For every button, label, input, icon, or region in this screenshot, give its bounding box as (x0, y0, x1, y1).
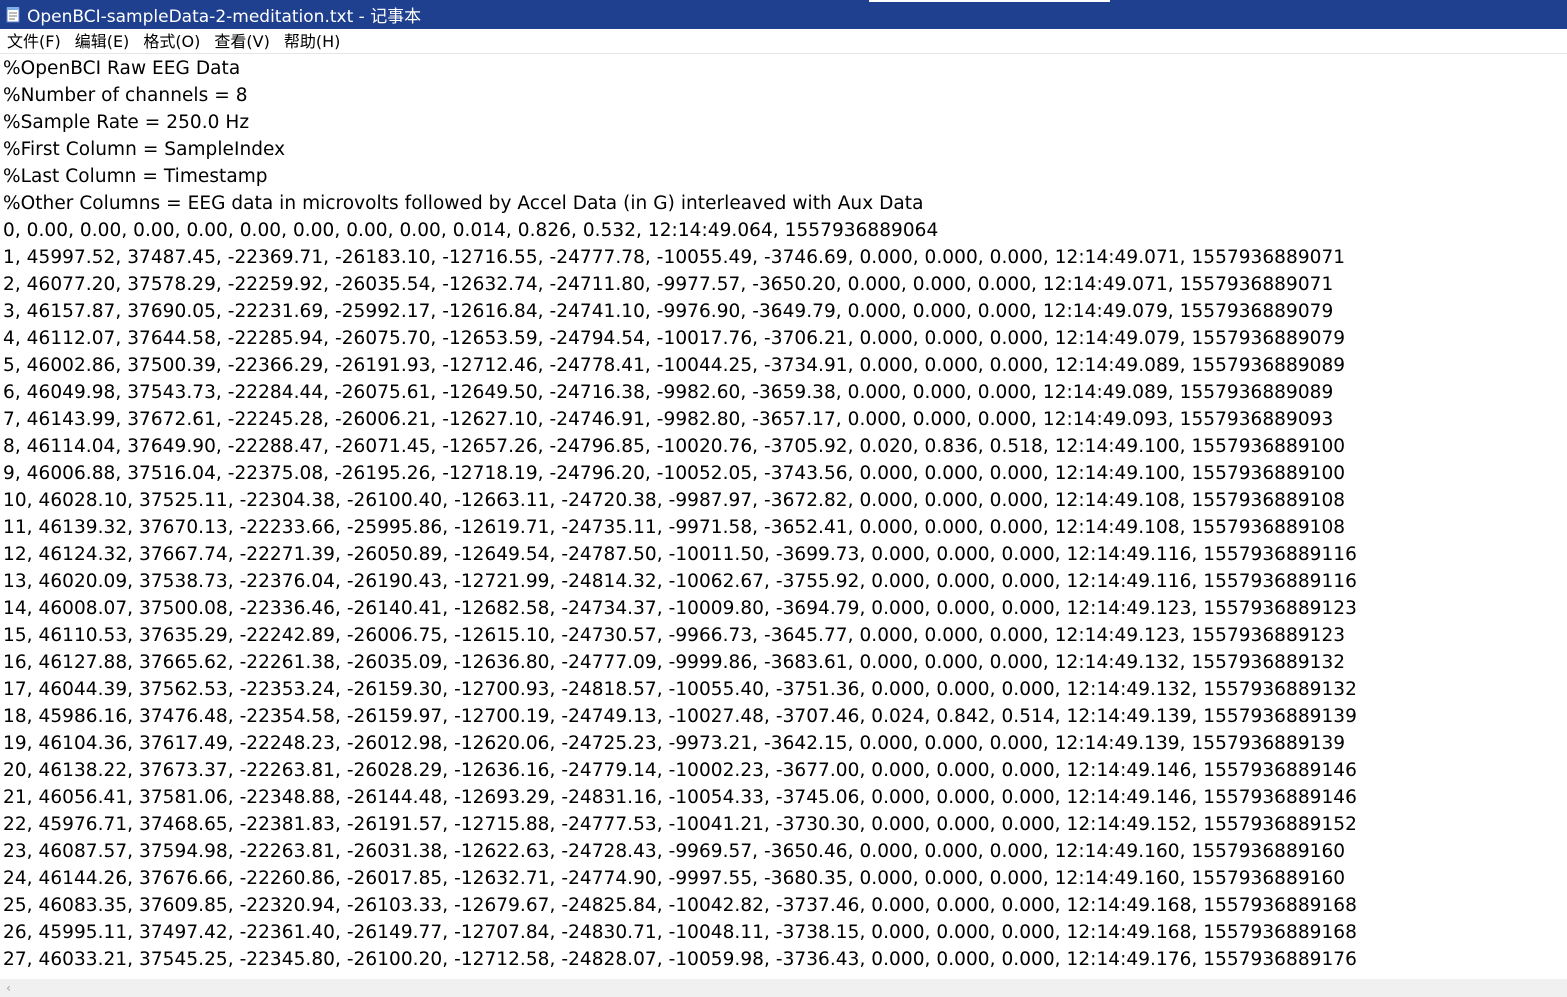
text-line: 22, 45976.71, 37468.65, -22381.83, -2619… (3, 814, 1357, 835)
menu-file[interactable]: 文件(F) (0, 29, 68, 54)
text-line: 2, 46077.20, 37578.29, -22259.92, -26035… (3, 274, 1334, 295)
text-line: 14, 46008.07, 37500.08, -22336.46, -2614… (3, 598, 1357, 619)
text-line: 24, 46144.26, 37676.66, -22260.86, -2601… (3, 868, 1346, 889)
text-line: 26, 45995.11, 37497.42, -22361.40, -2614… (3, 922, 1357, 943)
text-line: 25, 46083.35, 37609.85, -22320.94, -2610… (3, 895, 1357, 916)
text-line: 7, 46143.99, 37672.61, -22245.28, -26006… (3, 409, 1334, 430)
chevron-left-icon[interactable]: ‹ (0, 979, 17, 997)
text-line: 15, 46110.53, 37635.29, -22242.89, -2600… (3, 625, 1346, 646)
menu-edit[interactable]: 编辑(E) (68, 29, 137, 54)
text-line: 4, 46112.07, 37644.58, -22285.94, -26075… (3, 328, 1346, 349)
text-line: %Sample Rate = 250.0 Hz (3, 112, 250, 133)
horizontal-scrollbar[interactable]: ‹ (0, 979, 1567, 997)
text-line: 11, 46139.32, 37670.13, -22233.66, -2599… (3, 517, 1346, 538)
text-line: 27, 46033.21, 37545.25, -22345.80, -2610… (3, 949, 1357, 970)
window-title: OpenBCI-sampleData-2-meditation.txt - 记事… (27, 7, 422, 27)
menu-format[interactable]: 格式(O) (136, 29, 207, 54)
menu-help[interactable]: 帮助(H) (277, 29, 348, 54)
text-line: 0, 0.00, 0.00, 0.00, 0.00, 0.00, 0.00, 0… (3, 220, 939, 241)
text-editor-area[interactable]: %OpenBCI Raw EEG Data %Number of channels… (0, 55, 1567, 979)
text-line: 21, 46056.41, 37581.06, -22348.88, -2614… (3, 787, 1357, 808)
text-line: 18, 45986.16, 37476.48, -22354.58, -2615… (3, 706, 1357, 727)
text-line: 20, 46138.22, 37673.37, -22263.81, -2602… (3, 760, 1357, 781)
text-line: 16, 46127.88, 37665.62, -22261.38, -2603… (3, 652, 1346, 673)
text-line: %Last Column = Timestamp (3, 166, 268, 187)
text-line: 6, 46049.98, 37543.73, -22284.44, -26075… (3, 382, 1334, 403)
text-line: 12, 46124.32, 37667.74, -22271.39, -2605… (3, 544, 1357, 565)
notepad-icon (6, 7, 20, 23)
text-line: %OpenBCI Raw EEG Data (3, 58, 241, 79)
text-line: 9, 46006.88, 37516.04, -22375.08, -26195… (3, 463, 1346, 484)
text-line: 8, 46114.04, 37649.90, -22288.47, -26071… (3, 436, 1346, 457)
text-line: 19, 46104.36, 37617.49, -22248.23, -2601… (3, 733, 1346, 754)
text-line: 10, 46028.10, 37525.11, -22304.38, -2610… (3, 490, 1346, 511)
text-line: %First Column = SampleIndex (3, 139, 286, 160)
title-bar[interactable]: OpenBCI-sampleData-2-meditation.txt - 记事… (0, 0, 1567, 29)
text-line: %Number of channels = 8 (3, 85, 248, 106)
menu-view[interactable]: 查看(V) (207, 29, 276, 54)
text-line: 17, 46044.39, 37562.53, -22353.24, -2615… (3, 679, 1357, 700)
text-line: 5, 46002.86, 37500.39, -22366.29, -26191… (3, 355, 1346, 376)
text-line: %Other Columns = EEG data in microvolts … (3, 193, 924, 214)
titlebar-accent-line (869, 0, 1110, 2)
text-line: 23, 46087.57, 37594.98, -22263.81, -2603… (3, 841, 1346, 862)
text-line: 13, 46020.09, 37538.73, -22376.04, -2619… (3, 571, 1357, 592)
text-line: 1, 45997.52, 37487.45, -22369.71, -26183… (3, 247, 1346, 268)
menu-bar: 文件(F) 编辑(E) 格式(O) 查看(V) 帮助(H) (0, 29, 1567, 54)
text-line: 3, 46157.87, 37690.05, -22231.69, -25992… (3, 301, 1334, 322)
